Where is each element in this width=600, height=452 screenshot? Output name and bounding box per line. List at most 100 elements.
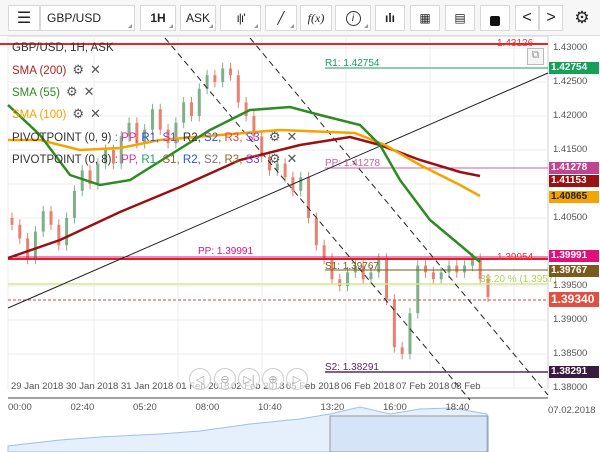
candle xyxy=(57,224,61,246)
gear-icon[interactable]: ⚙ xyxy=(269,151,281,167)
navigator-window xyxy=(329,415,489,452)
time-tick: 13:20 xyxy=(320,402,345,413)
pivot-part: R3, xyxy=(224,132,243,144)
price-tick: 1.42500 xyxy=(553,76,588,87)
candle xyxy=(197,88,201,116)
candle xyxy=(400,347,404,354)
price-badge: 1.41278 xyxy=(549,162,599,174)
price-badge: 1.38291 xyxy=(549,366,599,378)
calendar-button[interactable]: ▦ xyxy=(410,5,440,31)
price-badge: 1.41153 xyxy=(549,175,599,187)
red-line-label: 1.39954 xyxy=(497,252,534,263)
lock-button[interactable] xyxy=(480,5,510,31)
timeframe-value: 1H xyxy=(150,11,166,25)
price-tick: 1.43000 xyxy=(553,42,588,53)
timeframe-select[interactable]: 1H xyxy=(140,5,176,31)
report-button[interactable]: ▤ xyxy=(445,5,475,31)
menu-button[interactable]: ☰ xyxy=(8,5,40,31)
popout-icon[interactable]: ⧉ xyxy=(527,48,544,65)
time-tick: 16:00 xyxy=(383,402,407,413)
candle xyxy=(221,68,225,82)
info-icon: i xyxy=(345,10,361,26)
zoom-in-button[interactable]: ⊕ xyxy=(262,368,284,390)
time-tick: 08:00 xyxy=(195,402,220,413)
candle xyxy=(72,190,76,218)
gear-icon[interactable]: ⚙ xyxy=(72,106,84,122)
pivot-part: R1, xyxy=(141,132,160,144)
scroll-left-button[interactable]: ◁ xyxy=(189,368,211,390)
chart-type-button[interactable]: ı|ı' xyxy=(220,5,261,31)
close-icon[interactable]: ✕ xyxy=(287,151,298,167)
scroll-right-button[interactable]: ▷ xyxy=(286,368,308,390)
pivot-label[interactable]: PIVOTPOINT (0, 9) xyxy=(12,132,111,144)
price-badge: 1.39767 xyxy=(549,265,599,277)
volume-button[interactable]: ılı xyxy=(375,5,405,31)
date-tick: 08 Feb xyxy=(451,381,481,392)
gear-icon[interactable]: ⚙ xyxy=(269,129,281,145)
candle xyxy=(369,272,373,280)
candle xyxy=(182,102,186,123)
next-button[interactable]: > xyxy=(539,5,563,31)
pivot-part: S1, xyxy=(162,154,180,166)
settings-button[interactable]: ⚙ xyxy=(568,5,596,31)
info-button[interactable]: i xyxy=(335,5,371,31)
gear-icon: ⚙ xyxy=(574,8,590,27)
candle xyxy=(189,102,193,116)
date-tick: 30 Jan 2018 xyxy=(66,381,119,392)
pivot-part: S3 xyxy=(245,154,260,166)
pivot-legend: PIVOTPOINT (0, 8) : PP, R1, S1, R2, S2, … xyxy=(12,151,297,167)
indicator-label[interactable]: SMA (55) xyxy=(12,87,60,99)
candle xyxy=(463,265,467,273)
prev-button[interactable]: < xyxy=(515,5,539,31)
fib-label: 38.20 % (1.3957) xyxy=(480,274,557,285)
symbol-select[interactable]: GBP/USD xyxy=(40,5,135,31)
scroll-end-button[interactable]: ▷| xyxy=(238,368,260,390)
s2-label: S2: 1.38291 xyxy=(325,362,379,373)
price-badge: 1.39991 xyxy=(549,250,599,262)
chart-title: GBP/USD, 1H, ASK xyxy=(12,42,114,54)
navigator-date: 07.02.2018 xyxy=(548,405,596,416)
indicator-legend: SMA (100) ⚙ ✕ xyxy=(12,106,101,122)
gear-icon[interactable]: ⚙ xyxy=(72,62,84,78)
lock-icon xyxy=(490,15,500,26)
pp-label-2: PP: 1.39991 xyxy=(198,246,254,257)
fx-icon: f(x) xyxy=(307,10,325,25)
close-icon[interactable]: ✕ xyxy=(90,106,101,122)
candle xyxy=(338,279,342,286)
candle xyxy=(65,218,69,246)
price-tick: 1.42000 xyxy=(553,110,588,121)
indicators-button[interactable]: f(x) xyxy=(300,5,332,31)
price-tick: 1.39500 xyxy=(553,280,588,291)
indicator-label[interactable]: SMA (200) xyxy=(12,65,66,77)
candle xyxy=(314,218,318,246)
candle xyxy=(439,272,443,280)
close-icon[interactable]: ✕ xyxy=(84,84,95,100)
candle xyxy=(150,109,154,130)
zoom-out-button[interactable]: ⊖ xyxy=(214,368,236,390)
pp-label: PP: 1.41278 xyxy=(325,158,381,169)
candle xyxy=(33,231,37,259)
symbol-value: GBP/USD xyxy=(47,11,102,25)
hamburger-icon: ☰ xyxy=(16,10,32,27)
time-tick: 02:40 xyxy=(70,402,95,413)
close-icon[interactable]: ✕ xyxy=(287,129,298,145)
chevron-left-icon: < xyxy=(522,9,532,26)
pivot-part: R2, xyxy=(182,154,201,166)
candles-icon: ı|ı' xyxy=(236,11,245,25)
draw-button[interactable]: ╱ xyxy=(265,5,297,31)
date-tick: 07 Feb 2018 xyxy=(396,381,450,392)
price-tick: 1.38000 xyxy=(553,382,588,393)
date-tick: 29 Jan 2018 xyxy=(11,381,64,392)
close-icon[interactable]: ✕ xyxy=(90,62,101,78)
candle xyxy=(18,224,22,239)
calendar-icon: ▦ xyxy=(419,11,431,25)
price-tick: 1.39000 xyxy=(553,314,588,325)
pivot-part: R1, xyxy=(141,154,160,166)
price-side-select[interactable]: ASK xyxy=(180,5,216,31)
gear-icon[interactable]: ⚙ xyxy=(66,84,78,100)
candle xyxy=(236,75,240,103)
pivot-label[interactable]: PIVOTPOINT (0, 8) xyxy=(12,154,111,166)
indicator-label[interactable]: SMA (100) xyxy=(12,109,66,121)
report-icon: ▤ xyxy=(454,11,466,25)
price-tick: 1.41500 xyxy=(553,144,588,155)
